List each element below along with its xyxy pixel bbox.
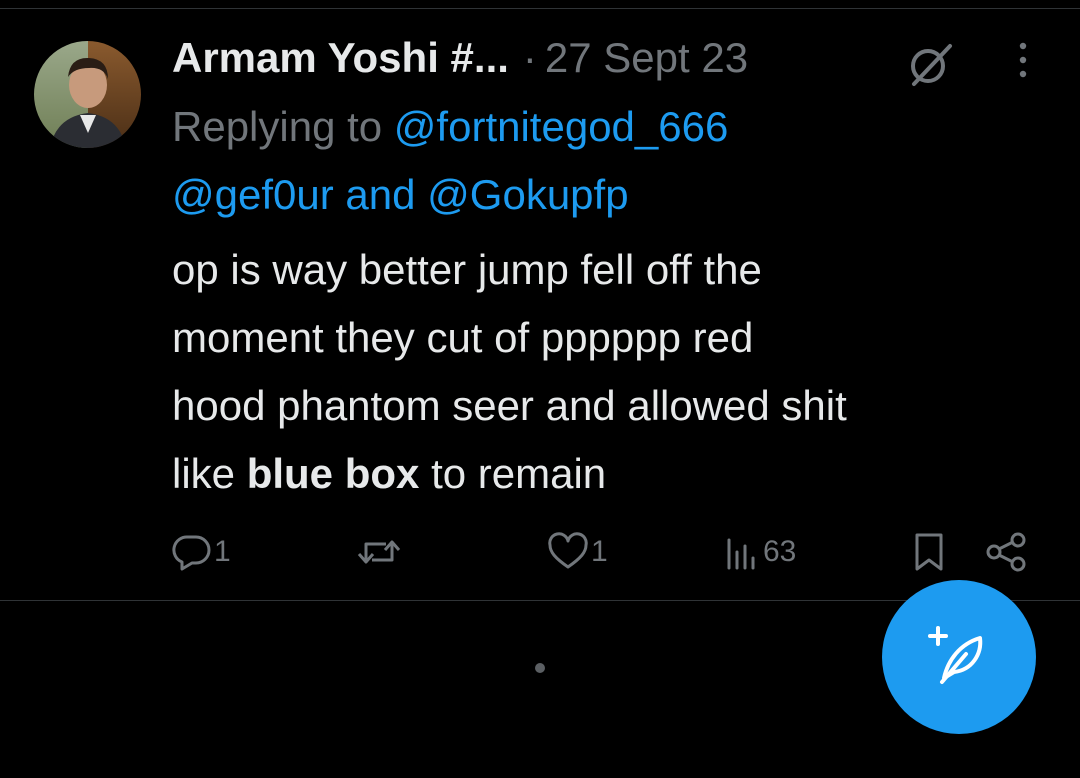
compose-button[interactable] [882,580,1036,734]
page-indicator-dot [535,663,545,673]
separator-dot: · [522,34,537,81]
reply-count: 1 [214,535,231,568]
more-vertical-icon[interactable] [1010,40,1036,80]
tweet-text-line: moment they cut of pppppp red [172,314,754,361]
replying-to-line: Replying to @fortnitegod_666 [172,96,728,158]
tweet-text-line: op is way better jump fell off the [172,246,762,293]
like-button[interactable]: 1 [547,530,608,574]
tweet-header: Armam Yoshi #... · 27 Sept 23 [172,30,748,86]
avatar[interactable] [34,41,141,148]
mention-link[interactable]: @gef0ur [172,171,334,218]
bookmark-button[interactable] [912,530,946,574]
grok-icon[interactable] [904,38,956,90]
views-button[interactable]: 63 [725,530,796,574]
share-button[interactable] [984,530,1028,574]
mention-link[interactable]: @Gokupfp [427,171,628,218]
share-icon [984,531,1028,573]
tweet-text-line: like blue box to remain [172,440,1052,508]
tweet-text-segment: like [172,450,236,497]
tweet-text-line: hood phantom seer and allowed shit [172,382,847,429]
reply-icon [172,532,212,572]
heart-icon [547,532,589,572]
replying-to-line-2: @gef0ur and @Gokupfp [172,164,629,226]
bookmark-icon [912,531,946,573]
retweet-icon [356,532,402,572]
retweet-button[interactable] [356,530,402,574]
mention-joiner[interactable]: and [345,171,415,218]
replying-prefix: Replying to [172,103,383,150]
like-count: 1 [591,535,608,568]
tweet-text-segment: to remain [431,450,607,497]
views-count: 63 [763,535,797,568]
mention-link[interactable]: @fortnitegod_666 [394,103,729,150]
reply-button[interactable]: 1 [172,530,231,574]
top-divider [0,8,1080,9]
timestamp[interactable]: 27 Sept 23 [545,34,748,82]
tweet-body: op is way better jump fell off the momen… [172,236,1052,508]
tweet-text-bold: blue box [246,450,420,497]
compose-feather-icon [924,620,994,695]
display-name[interactable]: Armam Yoshi #... [172,34,509,82]
views-bar-icon [725,532,761,572]
